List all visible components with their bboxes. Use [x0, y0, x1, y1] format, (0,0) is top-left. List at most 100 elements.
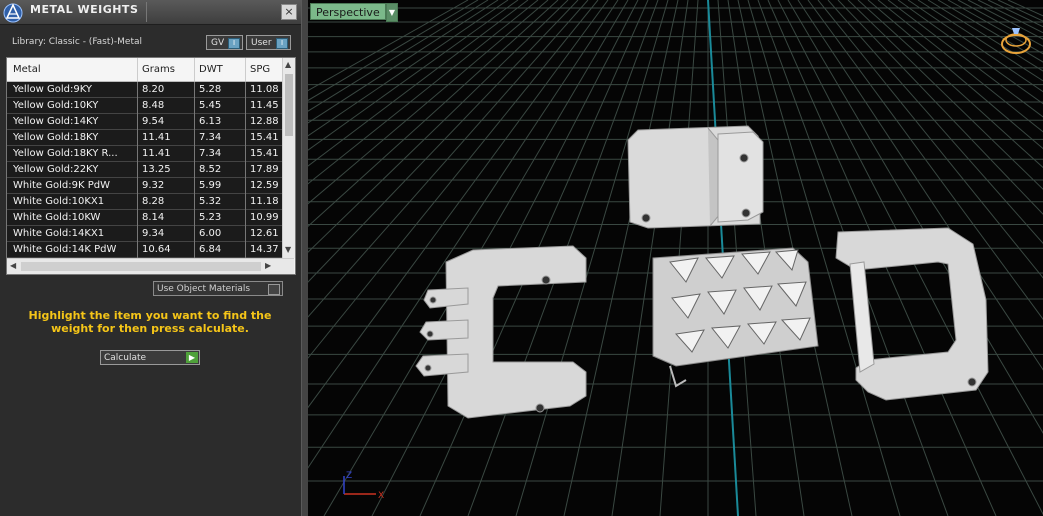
- cell-dwt: 5.32: [199, 196, 222, 207]
- cell-grams: 10.64: [142, 244, 171, 255]
- cell-metal: Yellow Gold:18KY R...: [13, 148, 118, 159]
- cell-spg: 15.41: [250, 132, 279, 143]
- use-object-materials-label: Use Object Materials: [157, 284, 251, 294]
- table-row[interactable]: White Gold:14K PdW 10.64 6.84 14.37: [7, 242, 282, 258]
- axis-x-label: X: [378, 491, 384, 501]
- table-row[interactable]: Yellow Gold:18KY 11.41 7.34 15.41: [7, 130, 282, 146]
- scroll-up-icon[interactable]: ▲: [285, 60, 291, 69]
- cell-grams: 8.28: [142, 196, 165, 207]
- ring-orientation-icon[interactable]: [1001, 28, 1031, 54]
- column-header-dwt[interactable]: DWT: [199, 64, 223, 75]
- viewport-scene: X Z: [308, 0, 1043, 516]
- checkbox-icon: [268, 284, 280, 295]
- calculate-label: Calculate: [104, 353, 147, 363]
- table-row[interactable]: Yellow Gold:9KY 8.20 5.28 11.08: [7, 82, 282, 98]
- column-header-metal[interactable]: Metal: [13, 64, 41, 75]
- view-mode-button[interactable]: Perspective: [310, 3, 386, 20]
- table-row[interactable]: White Gold:10KX1 8.28 5.32 11.18: [7, 194, 282, 210]
- cell-grams: 9.32: [142, 180, 165, 191]
- column-header-grams[interactable]: Grams: [142, 64, 175, 75]
- horizontal-scroll-thumb[interactable]: [21, 262, 261, 271]
- cell-grams: 9.34: [142, 228, 165, 239]
- cell-dwt: 5.45: [199, 100, 222, 111]
- close-button[interactable]: ×: [281, 4, 297, 20]
- cell-dwt: 6.13: [199, 116, 222, 127]
- gv-toggle-label: GV: [211, 38, 225, 48]
- 3d-viewport[interactable]: X Z Perspective ▼: [308, 0, 1043, 516]
- cell-metal: Yellow Gold:10KY: [13, 100, 99, 111]
- vertical-scrollbar[interactable]: ▲ ▼: [282, 58, 295, 258]
- cell-metal: Yellow Gold:18KY: [13, 132, 99, 143]
- cell-dwt: 8.52: [199, 164, 222, 175]
- gv-toggle[interactable]: GV I: [206, 35, 243, 50]
- cell-spg: 11.08: [250, 84, 279, 95]
- table-row[interactable]: White Gold:10KW 8.14 5.23 10.99: [7, 210, 282, 226]
- scroll-left-icon[interactable]: ◀: [10, 261, 16, 270]
- cell-dwt: 6.84: [199, 244, 222, 255]
- axis-z-label: Z: [346, 471, 352, 481]
- cell-dwt: 6.00: [199, 228, 222, 239]
- cell-spg: 14.37: [250, 244, 279, 255]
- cell-metal: White Gold:10KW: [13, 212, 101, 223]
- cell-grams: 11.41: [142, 132, 171, 143]
- cell-metal: White Gold:9K PdW: [13, 180, 110, 191]
- view-mode-dropdown-icon[interactable]: ▼: [386, 3, 398, 22]
- cell-grams: 11.41: [142, 148, 171, 159]
- cell-spg: 11.45: [250, 100, 279, 111]
- cell-spg: 12.61: [250, 228, 279, 239]
- metal-weights-panel: METAL WEIGHTS × Library: Classic - (Fast…: [0, 0, 301, 516]
- cell-metal: White Gold:10KX1: [13, 196, 105, 207]
- scroll-down-icon[interactable]: ▼: [285, 245, 291, 254]
- cell-metal: White Gold:14K PdW: [13, 244, 117, 255]
- calculate-button[interactable]: Calculate ▶: [100, 350, 200, 365]
- table-row[interactable]: Yellow Gold:10KY 8.48 5.45 11.45: [7, 98, 282, 114]
- axis-triad: X Z: [343, 471, 384, 501]
- title-separator: [146, 2, 147, 22]
- cell-dwt: 5.23: [199, 212, 222, 223]
- cell-spg: 17.89: [250, 164, 279, 175]
- model-hinge-top: [627, 125, 764, 229]
- cell-metal: White Gold:14KX1: [13, 228, 105, 239]
- table-body: Yellow Gold:9KY 8.20 5.28 11.08 Yellow Gold:…: [7, 82, 282, 258]
- use-object-materials-checkbox[interactable]: Use Object Materials: [153, 281, 283, 296]
- cell-metal: Yellow Gold:9KY: [13, 84, 92, 95]
- table-row[interactable]: White Gold:14KX1 9.34 6.00 12.61: [7, 226, 282, 242]
- cell-grams: 8.14: [142, 212, 165, 223]
- table-row[interactable]: White Gold:9K PdW 9.32 5.99 12.59: [7, 178, 282, 194]
- cell-metal: Yellow Gold:22KY: [13, 164, 99, 175]
- horizontal-scrollbar[interactable]: ◀ ▶: [7, 258, 294, 274]
- cell-spg: 15.41: [250, 148, 279, 159]
- cell-dwt: 5.99: [199, 180, 222, 191]
- cell-spg: 10.99: [250, 212, 279, 223]
- cell-grams: 8.48: [142, 100, 165, 111]
- model-right-frame: [835, 227, 989, 401]
- gv-toggle-knob-icon: I: [228, 38, 240, 49]
- user-toggle-label: User: [251, 38, 272, 48]
- table-header: Metal Grams DWT SPG: [7, 58, 282, 82]
- cell-spg: 11.18: [250, 196, 279, 207]
- model-center-lattice: [652, 247, 819, 388]
- table-row[interactable]: Yellow Gold:22KY 13.25 8.52 17.89: [7, 162, 282, 178]
- cell-grams: 8.20: [142, 84, 165, 95]
- column-header-spg[interactable]: SPG: [250, 64, 270, 75]
- vertical-scroll-thumb[interactable]: [285, 74, 293, 136]
- cell-grams: 9.54: [142, 116, 165, 127]
- user-toggle[interactable]: User I: [246, 35, 291, 50]
- cell-metal: Yellow Gold:14KY: [13, 116, 99, 127]
- cell-dwt: 7.34: [199, 132, 222, 143]
- cell-spg: 12.59: [250, 180, 279, 191]
- table-row[interactable]: Yellow Gold:18KY R... 11.41 7.34 15.41: [7, 146, 282, 162]
- metal-table: Metal Grams DWT SPG Yellow Gold:9KY 8.20 5…: [6, 57, 296, 275]
- play-icon: ▶: [186, 352, 198, 363]
- table-row[interactable]: Yellow Gold:14KY 9.54 6.13 12.88: [7, 114, 282, 130]
- panel-title: METAL WEIGHTS: [30, 3, 139, 16]
- cell-dwt: 5.28: [199, 84, 222, 95]
- panel-titlebar: METAL WEIGHTS ×: [0, 0, 301, 25]
- instruction-text: Highlight the item you want to find the …: [28, 309, 272, 335]
- cell-dwt: 7.34: [199, 148, 222, 159]
- cell-spg: 12.88: [250, 116, 279, 127]
- scroll-right-icon[interactable]: ▶: [265, 261, 271, 270]
- library-label: Library: Classic - (Fast)-Metal: [12, 37, 143, 47]
- user-toggle-knob-icon: I: [276, 38, 288, 49]
- cell-grams: 13.25: [142, 164, 171, 175]
